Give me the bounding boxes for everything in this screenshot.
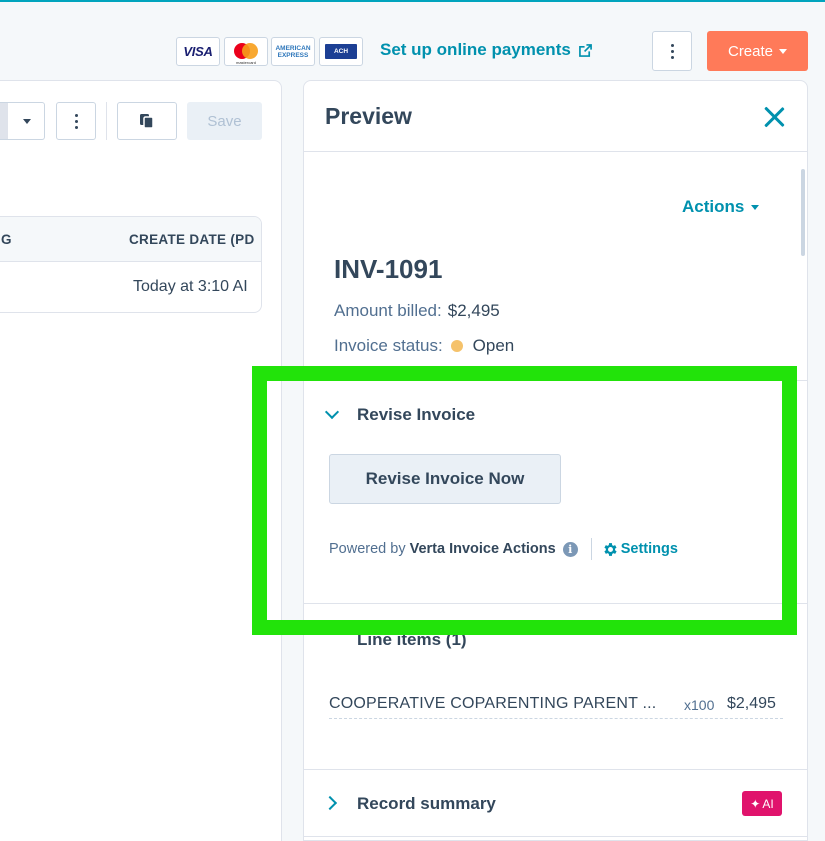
vertical-dots-icon <box>74 113 78 129</box>
settings-label: Settings <box>620 541 678 557</box>
line-item-name: COOPERATIVE COPARENTING PARENT ... <box>329 695 657 712</box>
column-header[interactable]: G <box>1 232 12 247</box>
info-icon[interactable]: i <box>562 541 578 557</box>
ach-logo: ACH <box>319 37 363 66</box>
scrollbar-thumb[interactable] <box>801 169 805 256</box>
mastercard-logo-text: mastercard <box>235 59 256 65</box>
invoice-status-row: Invoice status: Open <box>334 336 514 356</box>
column-header-create-date[interactable]: CREATE DATE (PD <box>129 232 255 247</box>
amount-billed-value: $2,495 <box>447 301 500 320</box>
app-name: Verta Invoice Actions <box>409 541 556 557</box>
ach-logo-text: ACH <box>325 44 357 59</box>
setup-online-payments-link[interactable]: Set up online payments <box>380 40 592 60</box>
table-row[interactable]: Today at 3:10 AI <box>0 262 261 312</box>
section-divider <box>304 603 807 604</box>
amount-billed-row: Amount billed: $2,495 <box>334 301 500 321</box>
create-date-cell: Today at 3:10 AI <box>133 278 248 295</box>
caret-down-icon <box>779 48 788 54</box>
close-icon[interactable] <box>763 106 785 128</box>
line-item-quantity: x100 <box>684 697 715 713</box>
record-summary-section-title[interactable]: Record summary <box>357 794 496 814</box>
preview-header: Preview <box>304 81 807 152</box>
chevron-down-icon[interactable] <box>324 404 340 420</box>
sparkle-icon: ✦ <box>750 796 761 811</box>
amount-billed-label: Amount billed: <box>334 301 442 320</box>
section-divider <box>304 380 807 381</box>
create-button-label: Create <box>727 42 774 60</box>
chevron-right-icon[interactable] <box>322 795 338 811</box>
table-options-button[interactable] <box>56 102 96 140</box>
caret-down-icon <box>751 204 760 210</box>
actions-label: Actions <box>682 197 745 216</box>
external-link-icon <box>578 43 592 57</box>
gear-icon <box>604 542 617 556</box>
more-options-button[interactable] <box>652 31 692 71</box>
mastercard-circles-icon: mastercard <box>231 41 261 65</box>
mastercard-logo: mastercard <box>224 37 268 66</box>
top-accent-line <box>0 0 825 2</box>
status-dot-icon <box>450 340 463 352</box>
ai-badge: ✦ AI <box>742 791 782 816</box>
invoice-status-value: Open <box>472 336 515 355</box>
section-divider <box>304 769 807 770</box>
invoice-number: INV-1091 <box>334 254 443 284</box>
setup-online-payments-label: Set up online payments <box>380 40 571 59</box>
duplicate-button[interactable] <box>117 102 177 140</box>
list-item: COOPERATIVE COPARENTING PARENT ... x100 … <box>329 683 783 719</box>
records-table: G CREATE DATE (PD Today at 3:10 AI <box>0 216 262 313</box>
settings-link[interactable]: Settings <box>602 541 678 558</box>
preview-panel: Preview Actions INV-1091 Amount billed: … <box>303 80 808 841</box>
invoice-status-label: Invoice status: <box>334 336 443 355</box>
vertical-dots-icon <box>670 43 674 59</box>
vertical-separator <box>590 538 592 560</box>
save-button[interactable]: Save <box>187 102 262 140</box>
revise-invoice-now-button[interactable]: Revise Invoice Now <box>329 454 561 504</box>
actions-dropdown[interactable]: Actions <box>682 197 760 217</box>
create-button[interactable]: Create <box>707 31 808 71</box>
copy-icon <box>140 114 154 129</box>
record-list-panel: Save G CREATE DATE (PD Today at 3:10 AI <box>0 80 282 841</box>
line-item-price: $2,495 <box>727 695 776 712</box>
table-header: G CREATE DATE (PD <box>0 217 261 262</box>
toolbar-divider <box>106 102 107 140</box>
visa-logo: VISA <box>176 37 220 66</box>
preview-title: Preview <box>325 103 412 129</box>
revise-invoice-section-title[interactable]: Revise Invoice <box>357 405 475 425</box>
section-divider <box>304 836 807 837</box>
view-dropdown-button[interactable] <box>0 102 45 140</box>
ai-badge-label: AI <box>762 796 774 811</box>
powered-by-row: Powered by Verta Invoice Actions i Setti… <box>329 538 678 560</box>
amex-logo-text: AMERICAN EXPRESS <box>275 44 311 59</box>
visa-logo-text: VISA <box>183 44 213 59</box>
caret-down-icon <box>23 119 31 124</box>
amex-logo: AMERICAN EXPRESS <box>271 37 315 66</box>
line-items-section-title[interactable]: Line items (1) <box>357 630 467 650</box>
powered-by-label: Powered by <box>329 541 406 557</box>
